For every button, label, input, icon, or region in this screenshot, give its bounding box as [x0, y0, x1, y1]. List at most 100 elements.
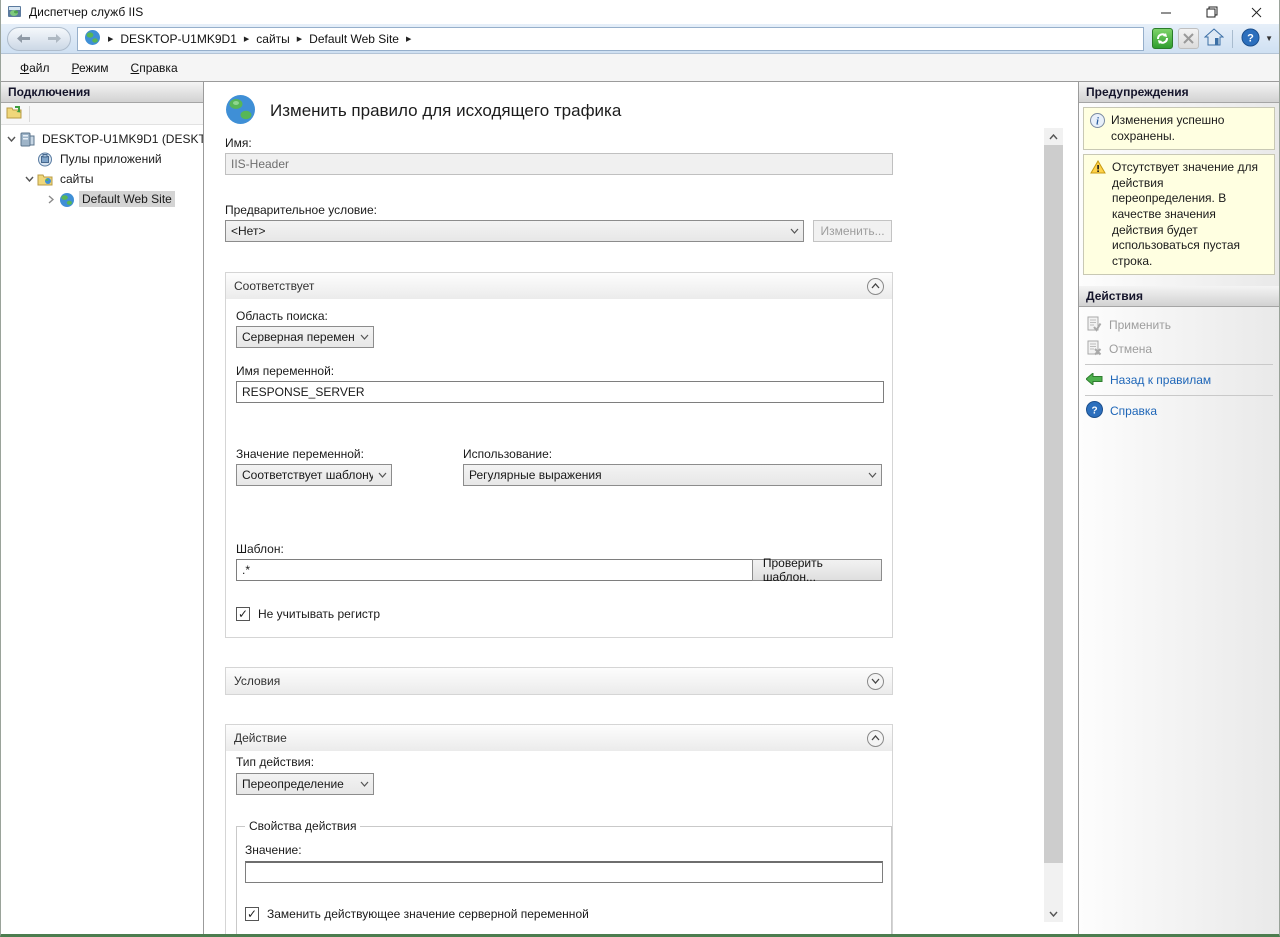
- rule-name-input: IIS-Header: [225, 153, 893, 175]
- edit-precondition-label: Изменить...: [820, 224, 884, 238]
- address-toolbar: ? ▼: [1152, 28, 1273, 50]
- menu-file[interactable]: Файл: [11, 58, 59, 78]
- page-title: Изменить правило для исходящего трафика: [270, 101, 621, 121]
- match-section: Соответствует Область поиска: Серверная …: [225, 272, 893, 638]
- warnings-header: Предупреждения: [1079, 82, 1279, 103]
- action-type-select[interactable]: Переопределение: [236, 773, 374, 795]
- info-alert-text: Изменения успешно сохранены.: [1111, 113, 1268, 144]
- info-alert: i Изменения успешно сохранены.: [1083, 107, 1275, 150]
- using-value: Регулярные выражения: [469, 468, 863, 482]
- forward-icon[interactable]: [48, 32, 61, 46]
- variable-name-value: RESPONSE_SERVER: [242, 385, 365, 399]
- breadcrumb[interactable]: ▶ DESKTOP-U1MK9D1 ▶ сайты ▶ Default Web …: [77, 27, 1144, 51]
- scrollbar-thumb[interactable]: [1044, 145, 1063, 863]
- test-pattern-button[interactable]: Проверить шаблон...: [752, 559, 882, 581]
- globe-icon: [84, 29, 101, 49]
- collapse-icon[interactable]: [867, 278, 884, 295]
- back-to-rules-action[interactable]: Назад к правилам: [1079, 368, 1279, 392]
- chevron-down-icon[interactable]: ▼: [1265, 34, 1273, 43]
- scope-label: Область поиска:: [236, 309, 882, 323]
- menu-bar: Файл Режим Справка: [1, 54, 1279, 81]
- apply-action: Применить: [1079, 313, 1279, 337]
- home-icon[interactable]: [1204, 28, 1224, 49]
- globe-icon: [59, 192, 76, 207]
- breadcrumb-default-web-site[interactable]: Default Web Site: [309, 32, 399, 46]
- variable-name-label: Имя переменной:: [236, 364, 882, 378]
- tree-item-server[interactable]: DESKTOP-U1MK9D1 (DESKTOP: [1, 129, 203, 149]
- restore-button[interactable]: [1189, 0, 1234, 24]
- stop-icon[interactable]: [1178, 28, 1199, 49]
- chevron-down-icon: [373, 472, 391, 478]
- breadcrumb-sites[interactable]: сайты: [256, 32, 290, 46]
- apply-icon: [1086, 316, 1102, 335]
- precondition-select[interactable]: <Нет>: [225, 220, 804, 242]
- save-connection-icon[interactable]: [6, 105, 23, 123]
- edit-precondition-button: Изменить...: [813, 220, 892, 242]
- ignore-case-checkbox[interactable]: ✓: [236, 607, 250, 621]
- help-action[interactable]: ? Справка: [1079, 399, 1279, 423]
- scroll-down-icon[interactable]: [1044, 905, 1063, 922]
- chevron-down-icon: [355, 781, 373, 787]
- scope-select[interactable]: Серверная переменн: [236, 326, 374, 348]
- menu-help[interactable]: Справка: [122, 58, 187, 78]
- check-icon: ✓: [238, 608, 248, 620]
- action-section-header[interactable]: Действие: [226, 725, 892, 751]
- scrollbar-track[interactable]: [1044, 863, 1063, 905]
- pattern-label: Шаблон:: [236, 542, 882, 556]
- apply-label: Применить: [1109, 318, 1171, 332]
- precondition-value: <Нет>: [231, 224, 785, 238]
- breadcrumb-separator-icon: ▶: [297, 35, 302, 43]
- pattern-input[interactable]: .*: [236, 559, 752, 581]
- help-icon[interactable]: ?: [1241, 28, 1260, 50]
- action-type-label: Тип действия:: [236, 755, 882, 769]
- scroll-up-icon[interactable]: [1044, 128, 1063, 145]
- minimize-button[interactable]: [1144, 0, 1189, 24]
- tree-item-app-pools[interactable]: Пулы приложений: [1, 149, 203, 169]
- using-select[interactable]: Регулярные выражения: [463, 464, 882, 486]
- breadcrumb-separator-icon: ▶: [108, 35, 113, 43]
- right-panel: Предупреждения i Изменения успешно сохра…: [1079, 82, 1279, 934]
- breadcrumb-separator-icon: ▶: [406, 35, 411, 43]
- rule-name-value: IIS-Header: [231, 157, 289, 171]
- back-icon[interactable]: [17, 32, 30, 46]
- value-match-value: Соответствует шаблону: [242, 468, 373, 482]
- chevron-down-icon[interactable]: [5, 136, 17, 142]
- help-blue-icon: ?: [1086, 401, 1103, 421]
- match-section-header[interactable]: Соответствует: [226, 273, 892, 299]
- refresh-icon[interactable]: [1152, 28, 1173, 49]
- help-label: Справка: [1110, 404, 1157, 418]
- sites-folder-icon: [37, 172, 54, 187]
- replace-value-checkbox[interactable]: ✓: [245, 907, 259, 921]
- globe-icon-large: [225, 94, 256, 128]
- action-value-input[interactable]: [245, 861, 883, 883]
- tree-item-label: Пулы приложений: [57, 151, 165, 167]
- breadcrumb-server[interactable]: DESKTOP-U1MK9D1: [120, 32, 236, 46]
- connections-panel: Подключения DESKTOP-U1MK9D1 (DESKTOP Пул…: [1, 82, 204, 934]
- value-match-select[interactable]: Соответствует шаблону: [236, 464, 392, 486]
- action-properties-legend: Свойства действия: [245, 819, 360, 833]
- conditions-section-header[interactable]: Условия: [226, 668, 892, 694]
- back-to-rules-label: Назад к правилам: [1110, 373, 1211, 387]
- cancel-action: Отмена: [1079, 337, 1279, 361]
- check-icon: ✓: [247, 908, 257, 920]
- value-label: Значение:: [245, 843, 883, 857]
- menu-view[interactable]: Режим: [63, 58, 118, 78]
- chevron-down-icon: [355, 334, 373, 340]
- ignore-case-label: Не учитывать регистр: [258, 607, 380, 621]
- close-button[interactable]: [1234, 0, 1279, 24]
- vertical-scrollbar[interactable]: [1044, 128, 1063, 922]
- conditions-section-title: Условия: [234, 674, 867, 688]
- tree-item-default-web-site[interactable]: Default Web Site: [1, 189, 203, 209]
- address-bar: ▶ DESKTOP-U1MK9D1 ▶ сайты ▶ Default Web …: [1, 24, 1279, 54]
- precondition-label: Предварительное условие:: [225, 203, 893, 217]
- chevron-right-icon[interactable]: [45, 195, 57, 204]
- main-content: Изменить правило для исходящего трафика …: [204, 82, 1079, 934]
- nav-buttons: [7, 27, 71, 51]
- collapse-icon[interactable]: [867, 730, 884, 747]
- test-pattern-label: Проверить шаблон...: [763, 556, 871, 584]
- warning-icon: [1090, 160, 1106, 269]
- variable-name-input[interactable]: RESPONSE_SERVER: [236, 381, 884, 403]
- tree-item-sites[interactable]: сайты: [1, 169, 203, 189]
- chevron-down-icon[interactable]: [23, 176, 35, 182]
- expand-icon[interactable]: [867, 673, 884, 690]
